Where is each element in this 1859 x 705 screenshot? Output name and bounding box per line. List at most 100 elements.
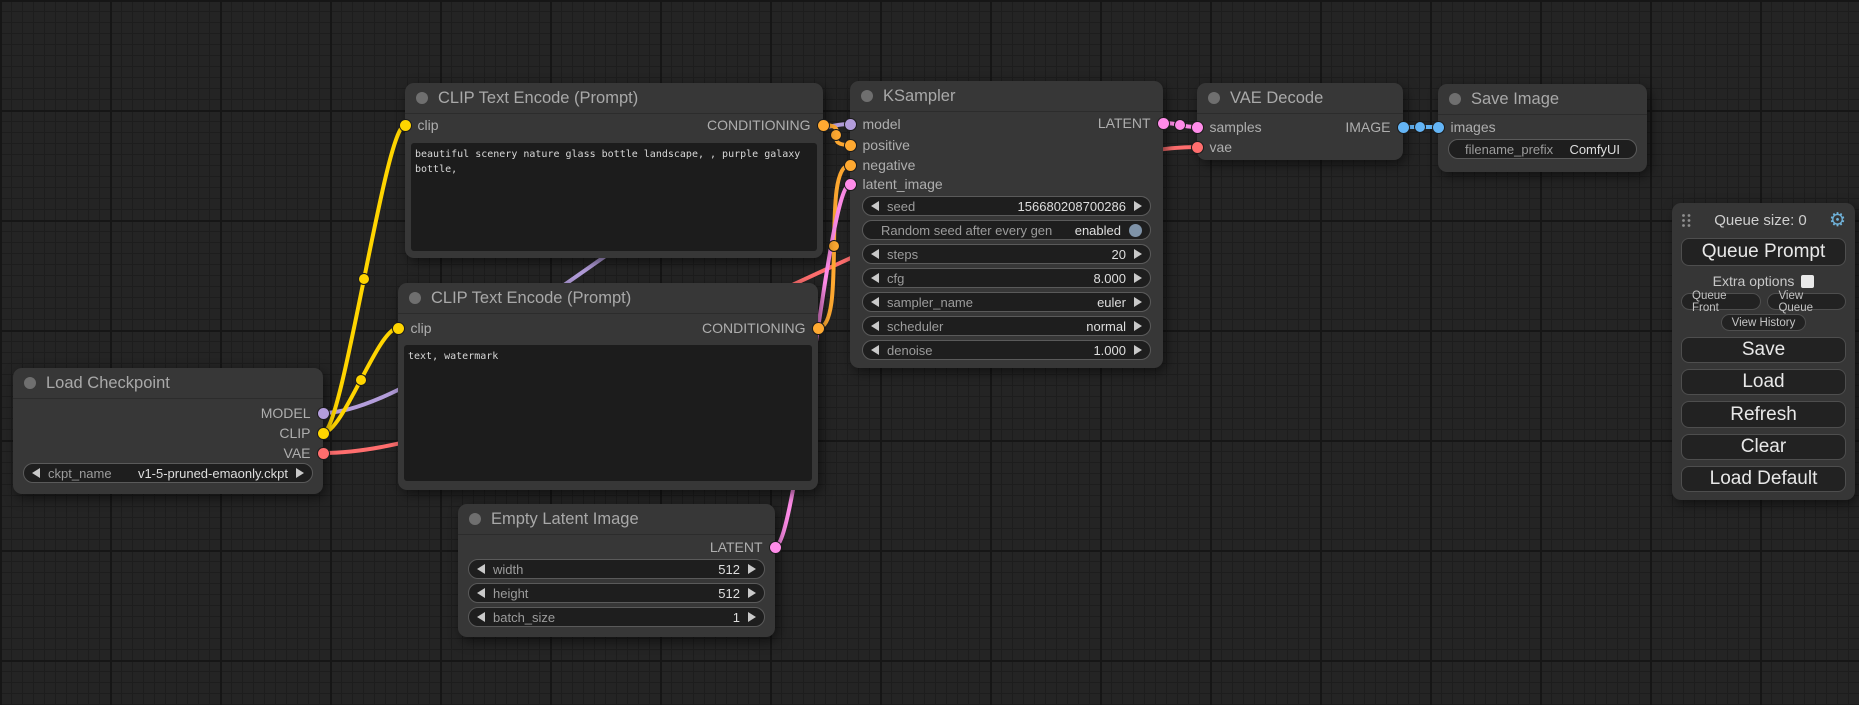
increment-arrow-icon[interactable] [1134, 249, 1142, 259]
model-port-icon[interactable] [845, 119, 856, 130]
random-seed-toggle-widget[interactable]: Random seed after every gen enabled [862, 220, 1151, 240]
next-value-arrow-icon[interactable] [296, 468, 304, 478]
node-save-image[interactable]: Save Image images filename_prefix ComfyU… [1438, 84, 1647, 172]
collapse-dot-icon[interactable] [1449, 93, 1461, 105]
seed-widget[interactable]: seed 156680208700286 [862, 196, 1151, 216]
conditioning-port-icon[interactable] [818, 120, 829, 131]
image-port-icon[interactable] [1433, 122, 1444, 133]
node-title-bar[interactable]: VAE Decode [1197, 83, 1403, 114]
sampler-name-widget[interactable]: sampler_name euler [862, 292, 1151, 312]
clear-button[interactable]: Clear [1681, 434, 1846, 460]
latent-port-icon[interactable] [845, 179, 856, 190]
decrement-arrow-icon[interactable] [477, 588, 485, 598]
decrement-arrow-icon[interactable] [871, 345, 879, 355]
output-latent[interactable]: LATENT [710, 539, 781, 555]
width-widget[interactable]: width 512 [468, 559, 765, 579]
node-title-bar[interactable]: Load Checkpoint [13, 368, 323, 399]
view-queue-button[interactable]: View Queue [1767, 293, 1846, 310]
prev-value-arrow-icon[interactable] [871, 321, 879, 331]
increment-arrow-icon[interactable] [1134, 273, 1142, 283]
denoise-widget[interactable]: denoise 1.000 [862, 340, 1151, 360]
ckpt-name-widget[interactable]: ckpt_name v1-5-pruned-emaonly.ckpt [23, 463, 313, 483]
load-button[interactable]: Load [1681, 369, 1846, 395]
input-clip[interactable]: clip [393, 320, 432, 336]
input-latent-image[interactable]: latent_image [845, 176, 943, 192]
collapse-dot-icon[interactable] [861, 90, 873, 102]
refresh-button[interactable]: Refresh [1681, 401, 1846, 427]
prev-value-arrow-icon[interactable] [32, 468, 40, 478]
node-load-checkpoint[interactable]: Load Checkpoint MODEL CLIP VAE ckpt_name… [13, 368, 323, 494]
input-negative[interactable]: negative [845, 157, 916, 173]
scheduler-widget[interactable]: scheduler normal [862, 316, 1151, 336]
drag-handle-icon[interactable] [1681, 213, 1692, 228]
output-conditioning[interactable]: CONDITIONING [707, 117, 828, 133]
output-latent[interactable]: LATENT [1098, 115, 1169, 131]
vae-port-icon[interactable] [1192, 142, 1203, 153]
decrement-arrow-icon[interactable] [871, 273, 879, 283]
output-conditioning[interactable]: CONDITIONING [702, 320, 823, 336]
node-vae-decode[interactable]: VAE Decode samples vae IMAGE [1197, 83, 1403, 160]
increment-arrow-icon[interactable] [748, 612, 756, 622]
wire-midpoint-dot[interactable] [831, 130, 842, 141]
collapse-dot-icon[interactable] [1208, 92, 1220, 104]
collapse-dot-icon[interactable] [416, 92, 428, 104]
view-history-button[interactable]: View History [1721, 314, 1807, 331]
conditioning-port-icon[interactable] [813, 323, 824, 334]
output-clip[interactable]: CLIP [279, 425, 328, 441]
vae-port-icon[interactable] [318, 448, 329, 459]
steps-widget[interactable]: steps 20 [862, 244, 1151, 264]
wire-midpoint-dot[interactable] [1175, 120, 1186, 131]
node-ksampler[interactable]: KSampler model positive negative latent_… [850, 81, 1163, 368]
height-widget[interactable]: height 512 [468, 583, 765, 603]
prompt-text-area[interactable]: text, watermark [404, 345, 812, 481]
clip-port-icon[interactable] [318, 428, 329, 439]
conditioning-port-icon[interactable] [845, 140, 856, 151]
conditioning-port-icon[interactable] [845, 160, 856, 171]
wire-midpoint-dot[interactable] [356, 375, 367, 386]
output-model[interactable]: MODEL [261, 405, 329, 421]
clip-port-icon[interactable] [400, 120, 411, 131]
input-images[interactable]: images [1433, 119, 1496, 135]
node-title-bar[interactable]: CLIP Text Encode (Prompt) [405, 83, 823, 114]
save-button[interactable]: Save [1681, 337, 1846, 363]
latent-port-icon[interactable] [1158, 118, 1169, 129]
node-graph-canvas[interactable]: Load Checkpoint MODEL CLIP VAE ckpt_name… [0, 0, 1859, 705]
prompt-text-area[interactable]: beautiful scenery nature glass bottle la… [411, 143, 817, 251]
wire-midpoint-dot[interactable] [1415, 122, 1426, 133]
input-samples[interactable]: samples [1192, 119, 1262, 135]
clip-port-icon[interactable] [393, 323, 404, 334]
increment-arrow-icon[interactable] [748, 588, 756, 598]
filename-prefix-widget[interactable]: filename_prefix ComfyUI [1448, 139, 1637, 159]
load-default-button[interactable]: Load Default [1681, 466, 1846, 492]
decrement-arrow-icon[interactable] [871, 249, 879, 259]
settings-gear-icon[interactable]: ⚙ [1829, 211, 1846, 230]
wire-midpoint-dot[interactable] [359, 274, 370, 285]
prev-value-arrow-icon[interactable] [871, 297, 879, 307]
output-image[interactable]: IMAGE [1345, 119, 1408, 135]
node-title-bar[interactable]: KSampler [850, 81, 1163, 112]
output-vae[interactable]: VAE [284, 445, 329, 461]
model-port-icon[interactable] [318, 408, 329, 419]
decrement-arrow-icon[interactable] [871, 201, 879, 211]
node-title-bar[interactable]: CLIP Text Encode (Prompt) [398, 283, 818, 314]
next-value-arrow-icon[interactable] [1134, 297, 1142, 307]
toggle-knob-icon[interactable] [1129, 224, 1142, 237]
wire-midpoint-dot[interactable] [829, 241, 840, 252]
cfg-widget[interactable]: cfg 8.000 [862, 268, 1151, 288]
queue-front-button[interactable]: Queue Front [1681, 293, 1761, 310]
node-clip-text-encode-positive[interactable]: CLIP Text Encode (Prompt) clip CONDITION… [405, 83, 823, 258]
latent-port-icon[interactable] [1192, 122, 1203, 133]
input-vae[interactable]: vae [1192, 139, 1233, 155]
increment-arrow-icon[interactable] [1134, 201, 1142, 211]
decrement-arrow-icon[interactable] [477, 564, 485, 574]
node-title-bar[interactable]: Empty Latent Image [458, 504, 775, 535]
node-empty-latent-image[interactable]: Empty Latent Image LATENT width 512 heig… [458, 504, 775, 637]
input-model[interactable]: model [845, 116, 901, 132]
extra-options-checkbox[interactable] [1801, 275, 1814, 288]
next-value-arrow-icon[interactable] [1134, 321, 1142, 331]
node-title-bar[interactable]: Save Image [1438, 84, 1647, 115]
decrement-arrow-icon[interactable] [477, 612, 485, 622]
collapse-dot-icon[interactable] [409, 292, 421, 304]
batch-size-widget[interactable]: batch_size 1 [468, 607, 765, 627]
node-clip-text-encode-negative[interactable]: CLIP Text Encode (Prompt) clip CONDITION… [398, 283, 818, 490]
